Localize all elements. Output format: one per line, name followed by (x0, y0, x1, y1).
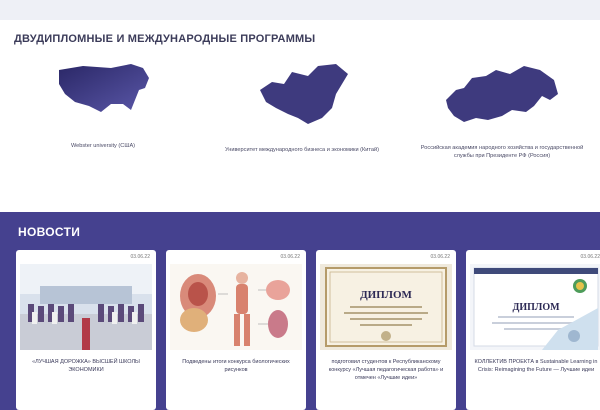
news-card[interactable]: 03.06.22 Подведены итоги конкурса биолог… (166, 250, 306, 410)
svg-text:ДИПЛОМ: ДИПЛОМ (512, 302, 560, 313)
news-card-text: «ЛУЧШАЯ ДОРОЖКА» ВЫСШЕЙ ШКОЛЫ ЭКОНОМИКИ (32, 359, 140, 373)
program-russia[interactable]: Российская академия народного хозяйства … (412, 60, 592, 160)
news-card-text: КОЛЛЕКТИВ ПРОЕКТА в Sustainable Learning… (474, 359, 598, 373)
news-card-image (170, 264, 302, 350)
program-caption: Российская академия народного хозяйства … (420, 145, 584, 159)
news-card-date: 03.06.22 (580, 254, 600, 260)
news-card-image: ДИПЛОМ (320, 264, 452, 350)
news-card-text: Подведены итоги конкурса биологических р… (182, 359, 290, 373)
news-card-date: 03.06.22 (430, 254, 450, 260)
news-card-date: 03.06.22 (280, 254, 300, 260)
news-card[interactable]: 03.06.22 «ЛУЧШАЯ ДОРОЖКА» ВЫСШЕЙ ШКОЛЫ Э… (16, 250, 156, 410)
news-section: НОВОСТИ 03.06.22 «ЛУЧШАЯ ДОРОЖКА» ВЫСШЕЙ… (0, 212, 600, 410)
news-section-title: НОВОСТИ (18, 225, 81, 239)
program-caption: Университет международного бизнеса и эко… (225, 147, 379, 153)
program-caption: Webster university (США) (70, 143, 136, 149)
news-card-image: ДИПЛОМ (470, 264, 600, 350)
news-card-text: подготовил студентов к Республиканскому … (328, 359, 444, 381)
news-card-date: 03.06.22 (130, 254, 150, 260)
programs-section-title: ДВУДИПЛОМНЫЕ И МЕЖДУНАРОДНЫЕ ПРОГРАММЫ (14, 33, 316, 45)
program-usa[interactable]: Webster university (США) (13, 60, 193, 150)
programs-section: ДВУДИПЛОМНЫЕ И МЕЖДУНАРОДНЫЕ ПРОГРАММЫ W… (0, 0, 600, 212)
svg-text:ДИПЛОМ: ДИПЛОМ (360, 289, 412, 301)
news-card-image (20, 264, 152, 350)
news-card[interactable]: 03.06.22 ДИПЛОМ подготовил студентов к Р… (316, 250, 456, 410)
program-china[interactable]: Университет международного бизнеса и эко… (212, 60, 392, 154)
china-map-image (260, 64, 348, 124)
russia-map-image (446, 66, 558, 122)
header-strip (0, 0, 600, 20)
usa-map-image (59, 64, 149, 112)
news-card[interactable]: 03.06.22 ДИПЛОМ КОЛЛЕКТИВ ПРОЕКТА в Sust… (466, 250, 600, 410)
